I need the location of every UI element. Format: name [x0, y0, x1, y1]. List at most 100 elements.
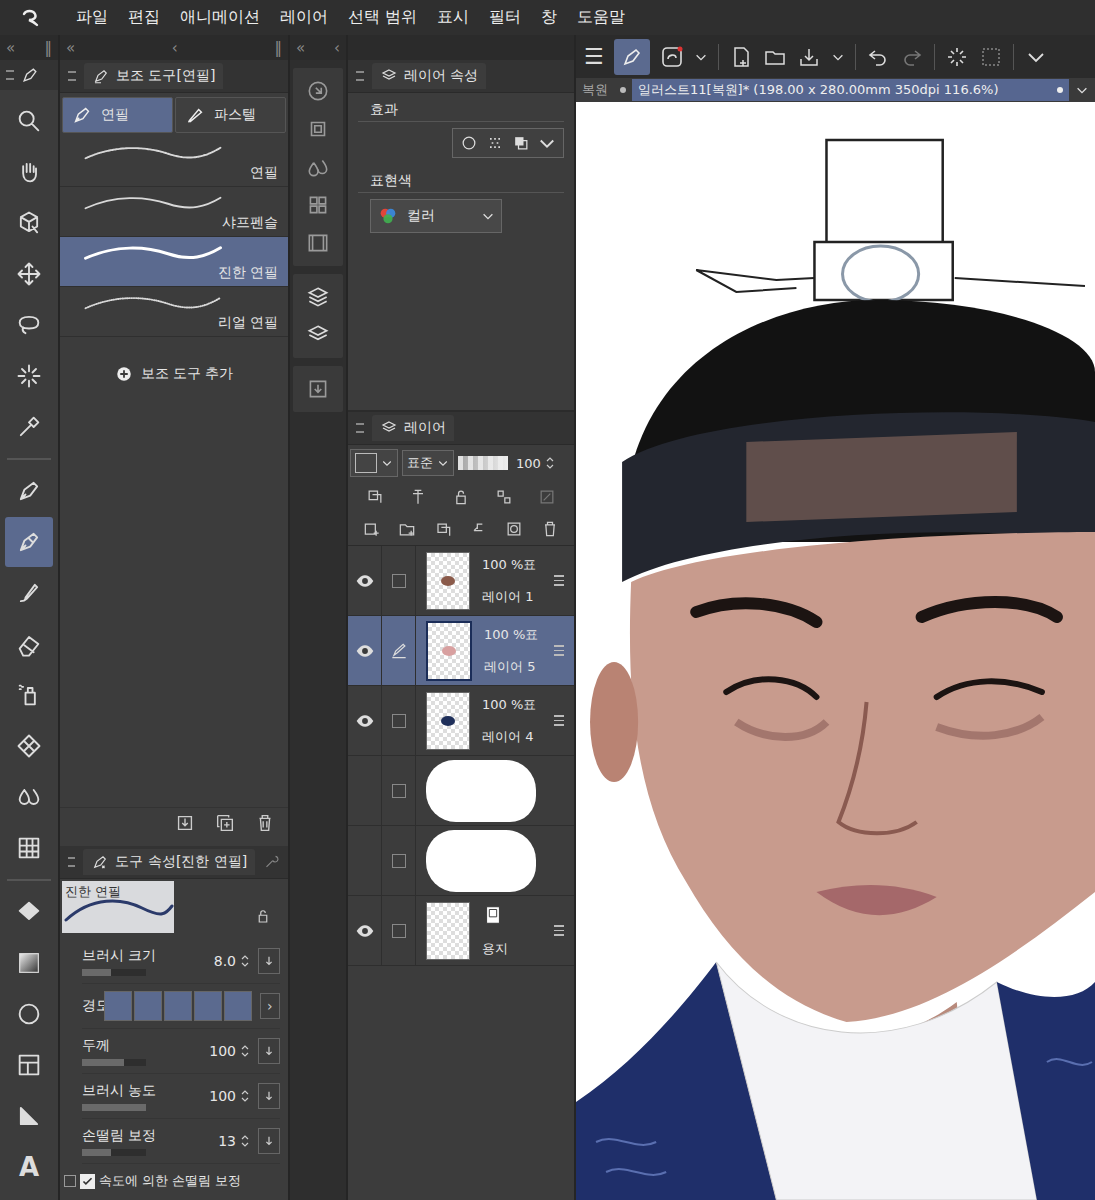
grip-icon[interactable]: [68, 857, 75, 867]
spinner-icon[interactable]: [545, 455, 555, 471]
tool-button[interactable]: [5, 1091, 53, 1141]
hardness-segments[interactable]: [104, 991, 252, 1021]
dropdown-arrow-icon[interactable]: [694, 50, 708, 64]
close-tab-icon[interactable]: [1057, 87, 1063, 93]
tool-button[interactable]: [5, 300, 53, 350]
edit-target[interactable]: [382, 686, 416, 755]
menu-item[interactable]: 선택 범위: [348, 7, 417, 28]
lock-icon[interactable]: [451, 487, 471, 507]
more-icon[interactable]: [1024, 45, 1048, 69]
visibility-toggle[interactable]: [348, 546, 382, 615]
opacity-value[interactable]: 100: [516, 456, 541, 471]
tool-button[interactable]: [5, 772, 53, 822]
navigator-icon[interactable]: [305, 78, 331, 104]
document-tab[interactable]: 일러스트11[복원]* (198.00 x 280.00mm 350dpi 11…: [632, 79, 1069, 101]
grip-icon[interactable]: [6, 70, 14, 80]
tool-button[interactable]: [5, 351, 53, 401]
menu-item[interactable]: 레이어: [280, 7, 328, 28]
tool-button[interactable]: [5, 938, 53, 988]
layer-menu-icon[interactable]: [554, 575, 564, 586]
copy-up-icon[interactable]: [433, 519, 453, 539]
tool-button[interactable]: [5, 1040, 53, 1090]
strip-button[interactable]: ‖: [45, 39, 53, 57]
dropdown-arrow-icon[interactable]: [831, 50, 845, 64]
redo-icon[interactable]: [900, 45, 924, 69]
layer-property-tab[interactable]: 레이어 속성: [372, 63, 486, 89]
brush-item[interactable]: 연필: [60, 137, 288, 187]
layer-property-icon[interactable]: [305, 284, 331, 310]
command-menu-button[interactable]: ☰: [584, 44, 604, 69]
layer-color-dropdown[interactable]: [350, 449, 398, 477]
strip-button[interactable]: ‹: [172, 39, 178, 57]
layer-tab[interactable]: 레이어: [372, 415, 454, 441]
tool-button[interactable]: [5, 147, 53, 197]
clear-icon[interactable]: [945, 45, 969, 69]
spinner-icon[interactable]: [240, 953, 250, 969]
pen-tab-icon[interactable]: [20, 65, 40, 85]
tool-property-tab[interactable]: 도구 속성[진한 연필]: [83, 849, 255, 875]
menu-item[interactable]: 표시: [437, 7, 469, 28]
effect-buttons[interactable]: [452, 128, 564, 158]
new-layer-icon[interactable]: [362, 519, 382, 539]
reference-icon[interactable]: [408, 487, 428, 507]
tab-list-icon[interactable]: [1075, 83, 1089, 97]
grip-icon[interactable]: [356, 71, 364, 81]
layer-mode-icon[interactable]: [660, 45, 684, 69]
import-icon[interactable]: [174, 812, 196, 834]
new-file-icon[interactable]: [729, 45, 753, 69]
tool-button[interactable]: [5, 198, 53, 248]
visibility-toggle[interactable]: [348, 756, 382, 825]
pressure-button[interactable]: [258, 1083, 280, 1109]
brush-item[interactable]: 리얼 연필: [60, 287, 288, 337]
tool-button[interactable]: A: [5, 1142, 53, 1192]
expand-button[interactable]: ›: [260, 993, 280, 1019]
visibility-toggle[interactable]: [348, 686, 382, 755]
grip-icon[interactable]: [68, 71, 76, 81]
delete-layer-icon[interactable]: [540, 519, 560, 539]
layer-row[interactable]: 용지: [348, 896, 574, 966]
tool-button[interactable]: [5, 517, 53, 567]
tool-button[interactable]: [5, 96, 53, 146]
document-tab[interactable]: 복원: [576, 79, 614, 101]
drawing-canvas[interactable]: [576, 102, 1095, 1200]
edit-target[interactable]: [382, 546, 416, 615]
checkbox-row[interactable]: 속도에 의한 손떨림 보정: [64, 1172, 280, 1190]
menu-item[interactable]: 창: [541, 7, 557, 28]
expand-icon[interactable]: [64, 1175, 76, 1187]
property-value[interactable]: 13: [218, 1133, 236, 1149]
menu-item[interactable]: 도움말: [577, 7, 625, 28]
strip-button[interactable]: ‖: [275, 39, 283, 57]
blend-mode-dropdown[interactable]: 표준: [402, 450, 454, 476]
layer-row[interactable]: 100 %표 레이어 5: [348, 616, 574, 686]
grip-icon[interactable]: [356, 423, 364, 433]
edit-target[interactable]: [382, 616, 416, 685]
selection-icon[interactable]: [979, 45, 1003, 69]
subtool-group[interactable]: 연필: [62, 97, 173, 133]
tool-button[interactable]: [5, 989, 53, 1039]
wrench-icon[interactable]: [263, 853, 280, 871]
import-icon[interactable]: [305, 376, 331, 402]
opacity-slider[interactable]: [458, 456, 508, 470]
tool-button[interactable]: [5, 619, 53, 669]
duplicate-icon[interactable]: [214, 812, 236, 834]
property-value[interactable]: 100: [209, 1088, 236, 1104]
menu-item[interactable]: 편집: [128, 7, 160, 28]
property-slider[interactable]: [82, 1059, 146, 1066]
checkbox[interactable]: [80, 1174, 95, 1189]
pressure-button[interactable]: [258, 1038, 280, 1064]
open-file-icon[interactable]: [763, 45, 787, 69]
strip-button[interactable]: ‹: [334, 39, 340, 57]
menu-item[interactable]: 파일: [76, 7, 108, 28]
subtool-tab[interactable]: 보조 도구[연필]: [84, 63, 223, 89]
close-tab-icon[interactable]: [620, 87, 626, 93]
edit-target[interactable]: [382, 826, 416, 895]
add-subtool-button[interactable]: 보조 도구 추가: [60, 365, 288, 383]
brush-item[interactable]: 진한 연필: [60, 237, 288, 287]
layer-row[interactable]: 100 %표 레이어 4: [348, 686, 574, 756]
tool-button[interactable]: [5, 887, 53, 937]
layer-menu-icon[interactable]: [554, 645, 564, 656]
property-slider[interactable]: [82, 1149, 146, 1156]
save-icon[interactable]: [797, 45, 821, 69]
app-logo-icon[interactable]: [18, 6, 42, 30]
visibility-toggle[interactable]: [348, 826, 382, 895]
